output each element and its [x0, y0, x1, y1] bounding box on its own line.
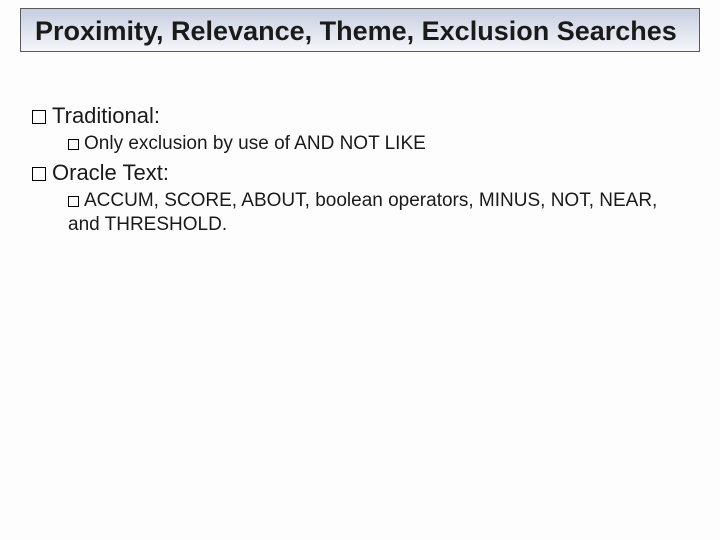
list-item: Only exclusion by use of AND NOT LIKE — [68, 132, 692, 156]
bullet-label: Only exclusion by use of AND NOT LIKE — [84, 133, 426, 154]
bullet-label: Traditional: — [52, 103, 160, 128]
list-item: Traditional: — [32, 102, 692, 130]
body-content: Traditional: Only exclusion by use of AN… — [32, 100, 692, 240]
list-item: Oracle Text: — [32, 159, 692, 187]
square-bullet-icon — [68, 139, 79, 150]
list-item: ACCUM, SCORE, ABOUT, boolean operators, … — [68, 189, 692, 237]
slide: Proximity, Relevance, Theme, Exclusion S… — [0, 0, 720, 540]
square-bullet-icon — [32, 167, 46, 181]
bullet-label: ACCUM, SCORE, ABOUT, boolean operators, … — [68, 190, 657, 235]
square-bullet-icon — [68, 196, 79, 207]
title-box: Proximity, Relevance, Theme, Exclusion S… — [20, 8, 700, 52]
square-bullet-icon — [32, 110, 46, 124]
slide-title: Proximity, Relevance, Theme, Exclusion S… — [35, 15, 685, 47]
bullet-label: Oracle Text: — [52, 160, 169, 185]
